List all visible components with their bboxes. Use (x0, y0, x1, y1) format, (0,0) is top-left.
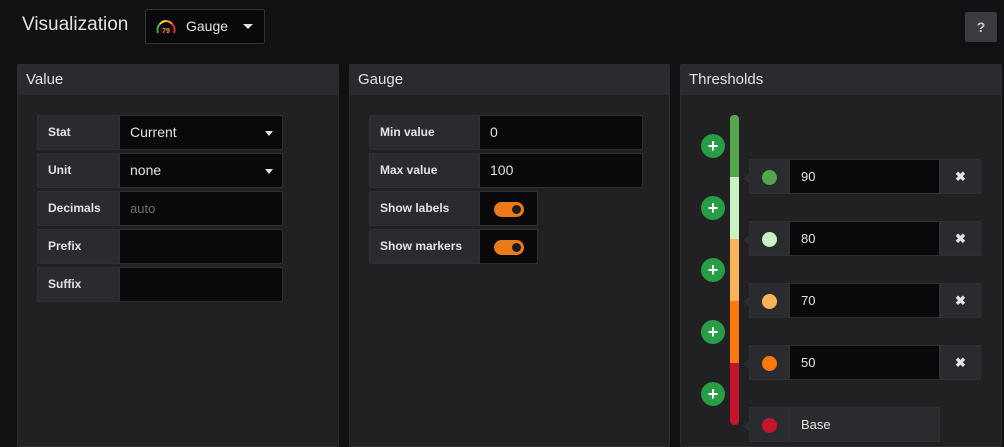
close-icon[interactable]: ✖ (940, 221, 981, 256)
show-labels-toggle-cell (479, 191, 538, 226)
threshold-color-cell (743, 221, 789, 256)
min-value-label: Min value (369, 115, 479, 150)
threshold-color-dot[interactable] (762, 356, 777, 371)
suffix-label: Suffix (37, 267, 119, 302)
close-icon[interactable]: ✖ (940, 345, 981, 380)
threshold-color-dot[interactable] (762, 170, 777, 185)
show-labels-toggle[interactable] (494, 202, 524, 217)
gauge-panel: Gauge Min value 0 Max value 100 Show lab… (349, 64, 670, 447)
decimals-input[interactable]: auto (119, 191, 283, 226)
add-threshold-button[interactable]: + (701, 196, 725, 220)
show-labels-label: Show labels (369, 191, 479, 226)
threshold-color-dot[interactable] (762, 232, 777, 247)
prefix-input[interactable] (119, 229, 283, 264)
threshold-value-input[interactable]: 80 (789, 221, 940, 256)
prefix-label: Prefix (37, 229, 119, 264)
gauge-icon-value: 79 (162, 28, 170, 35)
threshold-pointer (743, 172, 750, 184)
threshold-color-cell (743, 407, 789, 442)
toggle-knob (512, 243, 521, 252)
add-threshold-button[interactable]: + (701, 320, 725, 344)
threshold-bar-segment (730, 115, 739, 177)
threshold-color-cell (743, 345, 789, 380)
add-threshold-button[interactable]: + (701, 134, 725, 158)
page-title: Visualization (22, 14, 129, 35)
threshold-value-input[interactable]: 50 (789, 345, 940, 380)
threshold-bar-segment (730, 239, 739, 301)
stat-select[interactable]: Current (119, 115, 283, 150)
threshold-color-dot[interactable] (762, 294, 777, 309)
chevron-down-icon (243, 24, 253, 29)
help-button[interactable]: ? (965, 12, 997, 42)
unit-label: Unit (37, 153, 119, 188)
value-panel: Value Stat Current Unit none Decimals au… (17, 64, 339, 447)
unit-select-value: none (130, 162, 162, 178)
thresholds-panel: Thresholds + + + + + 90 ✖ 80 ✖ 70 ✖ 50 ✖… (680, 64, 1002, 447)
visualization-picker[interactable]: 79 Gauge (145, 9, 265, 44)
suffix-row: Suffix (37, 267, 283, 302)
max-value-row: Max value 100 (369, 153, 643, 188)
show-markers-toggle-cell (479, 229, 538, 264)
threshold-pointer (743, 358, 750, 370)
min-value-input[interactable]: 0 (479, 115, 643, 150)
suffix-input[interactable] (119, 267, 283, 302)
add-threshold-button[interactable]: + (701, 382, 725, 406)
threshold-color-cell (743, 283, 789, 318)
show-markers-label: Show markers (369, 229, 479, 264)
max-value-label: Max value (369, 153, 479, 188)
chevron-down-icon (265, 131, 273, 136)
prefix-row: Prefix (37, 229, 283, 264)
stat-select-value: Current (130, 124, 177, 140)
threshold-pointer (743, 420, 750, 432)
threshold-base-label: Base (789, 407, 940, 442)
unit-select[interactable]: none (119, 153, 283, 188)
toggle-knob (512, 205, 521, 214)
threshold-color-cell (743, 159, 789, 194)
threshold-pointer (743, 234, 750, 246)
show-markers-toggle[interactable] (494, 240, 524, 255)
threshold-bar-segment (730, 177, 739, 239)
stat-row: Stat Current (37, 115, 283, 150)
visualization-picker-label: Gauge (186, 18, 229, 34)
visualization-header: Visualization 79 Gauge ? (0, 0, 1004, 56)
threshold-pointer (743, 296, 750, 308)
threshold-bar-segment (730, 363, 739, 425)
threshold-value-input[interactable]: 90 (789, 159, 940, 194)
show-markers-row: Show markers (369, 229, 538, 264)
chevron-down-icon (265, 169, 273, 174)
decimals-row: Decimals auto (37, 191, 283, 226)
max-value-input[interactable]: 100 (479, 153, 643, 188)
min-value-row: Min value 0 (369, 115, 643, 150)
close-icon[interactable]: ✖ (940, 283, 981, 318)
value-panel-title: Value (18, 65, 338, 95)
stat-label: Stat (37, 115, 119, 150)
add-threshold-button[interactable]: + (701, 258, 725, 282)
close-icon[interactable]: ✖ (940, 159, 981, 194)
gauge-icon: 79 (156, 20, 176, 35)
thresholds-panel-title: Thresholds (681, 65, 1001, 95)
show-labels-row: Show labels (369, 191, 538, 226)
decimals-label: Decimals (37, 191, 119, 226)
threshold-bar-segment (730, 301, 739, 363)
threshold-color-dot[interactable] (762, 418, 777, 433)
gauge-panel-title: Gauge (350, 65, 669, 95)
unit-row: Unit none (37, 153, 283, 188)
threshold-value-input[interactable]: 70 (789, 283, 940, 318)
